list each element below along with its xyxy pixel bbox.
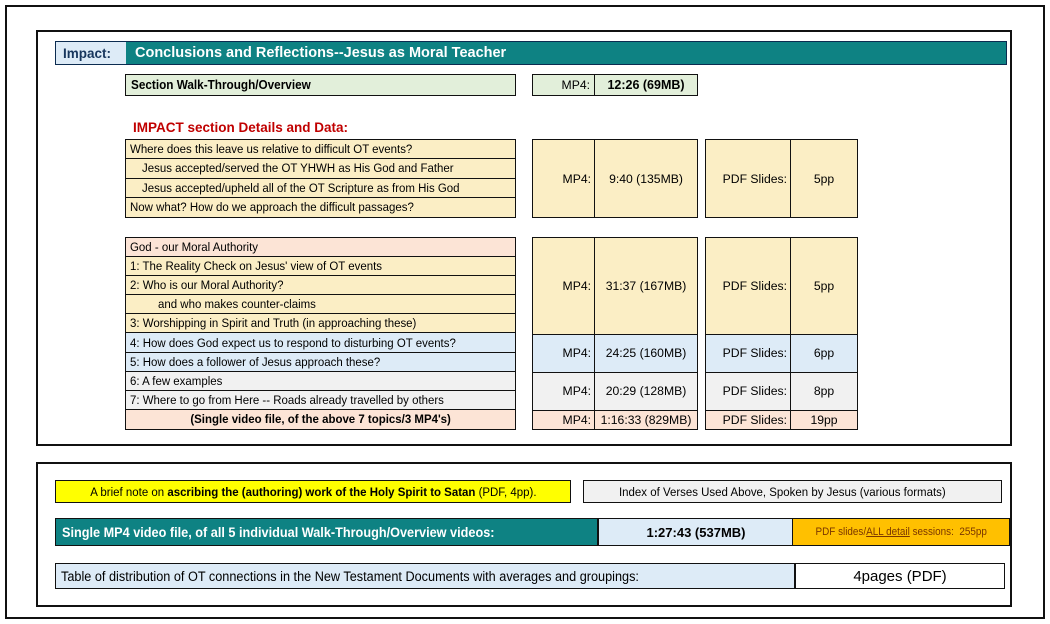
single-mp4-banner: Single MP4 video file, of all 5 individu… — [55, 518, 598, 546]
walkthrough-overview-label: Section Walk-Through/Overview — [125, 74, 516, 96]
impact-label: Impact: — [56, 42, 126, 64]
pdf-slides-value: 19pp — [791, 411, 857, 429]
walkthrough-overview-mp4-chip: MP4: 12:26 (69MB) — [532, 74, 698, 96]
topic-table-1: Where does this leave us relative to dif… — [125, 139, 516, 218]
details-heading: IMPACT section Details and Data: — [133, 120, 348, 135]
pdf-slides-label: PDF Slides: — [706, 335, 791, 372]
single-mp4-duration: 1:27:43 (537MB) — [598, 518, 794, 546]
footer-panel: A brief note on ascribing the (authoring… — [36, 462, 1012, 607]
mp4-group: MP4: 9:40 (135MB) — [533, 140, 697, 217]
holy-spirit-note: A brief note on ascribing the (authoring… — [55, 480, 571, 503]
pdf-slides-value: 5pp — [791, 140, 857, 217]
mp4-value: 24:25 (160MB) — [595, 335, 697, 372]
pdf-slides-label: PDF Slides: — [706, 411, 791, 429]
topic-row: Jesus accepted/upheld all of the OT Scri… — [126, 179, 515, 198]
topic-row: 6: A few examples — [126, 372, 515, 391]
mp4-group: MP4: 31:37 (167MB) — [533, 238, 697, 334]
section-header-bar: Impact: Conclusions and Reflections--Jes… — [55, 41, 1007, 65]
topic-row: 4: How does God expect us to respond to … — [126, 333, 515, 352]
mp4-value: 1:16:33 (829MB) — [595, 411, 697, 429]
pdf-column-table-1: PDF Slides: 5pp — [705, 139, 858, 218]
mp4-label: MP4: — [533, 335, 595, 372]
pdf-all-suffix: sessions: 255pp — [910, 526, 987, 538]
pdf-group: PDF Slides: 6pp — [706, 334, 857, 372]
topic-row: 3: Worshipping in Spirit and Truth (in a… — [126, 314, 515, 333]
pdf-group: PDF Slides: 19pp — [706, 410, 857, 429]
distribution-table-label: Table of distribution of OT connections … — [55, 563, 795, 589]
topic-row: and who makes counter-claims — [126, 295, 515, 314]
topic-row: Now what? How do we approach the difficu… — [126, 198, 515, 217]
pdf-slides-label: PDF Slides: — [706, 373, 791, 410]
mp4-group: MP4: 20:29 (128MB) — [533, 372, 697, 410]
topic-row: God - our Moral Authority — [126, 238, 515, 257]
pdf-group: PDF Slides: 5pp — [706, 238, 857, 334]
pdf-all-detail-cell: PDF slides/ALL detail sessions: 255pp — [792, 518, 1010, 546]
mp4-value: 20:29 (128MB) — [595, 373, 697, 410]
pdf-group: PDF Slides: 5pp — [706, 140, 857, 217]
mp4-label: MP4: — [533, 75, 595, 95]
mp4-group: MP4: 1:16:33 (829MB) — [533, 410, 697, 429]
topic-row: 1: The Reality Check on Jesus' view of O… — [126, 257, 515, 276]
pdf-slides-value: 5pp — [791, 238, 857, 334]
verse-index-cell: Index of Verses Used Above, Spoken by Je… — [583, 480, 1002, 503]
pdf-slides-label: PDF Slides: — [706, 238, 791, 334]
topic-row: 2: Who is our Moral Authority? — [126, 276, 515, 295]
topic-row: Where does this leave us relative to dif… — [126, 140, 515, 159]
impact-section-panel: Impact: Conclusions and Reflections--Jes… — [36, 30, 1012, 446]
mp4-value: 31:37 (167MB) — [595, 238, 697, 334]
note-suffix: (PDF, 4pp). — [475, 485, 536, 499]
mp4-column-table-2: MP4: 31:37 (167MB) MP4: 24:25 (160MB) MP… — [532, 237, 698, 430]
section-title-banner: Conclusions and Reflections--Jesus as Mo… — [126, 42, 1006, 64]
mp4-value: 9:40 (135MB) — [595, 140, 697, 217]
note-bold: ascribing the (authoring) work of the Ho… — [167, 485, 475, 499]
mp4-label: MP4: — [533, 238, 595, 334]
pdf-slides-value: 6pp — [791, 335, 857, 372]
mp4-value: 12:26 (69MB) — [595, 75, 697, 95]
topic-table-2: God - our Moral Authority 1: The Reality… — [125, 237, 516, 430]
distribution-table-pages: 4pages (PDF) — [795, 563, 1005, 589]
mp4-group: MP4: 24:25 (160MB) — [533, 334, 697, 372]
note-prefix: A brief note on — [90, 485, 167, 499]
pdf-slides-label: PDF Slides: — [706, 140, 791, 217]
pdf-all-prefix: PDF slides/ — [815, 526, 866, 538]
pdf-group: PDF Slides: 8pp — [706, 372, 857, 410]
pdf-all-underlined: ALL detail — [866, 526, 910, 538]
topic-row: 5: How does a follower of Jesus approach… — [126, 353, 515, 372]
mp4-label: MP4: — [533, 411, 595, 429]
topic-row: (Single video file, of the above 7 topic… — [126, 410, 515, 429]
pdf-slides-value: 8pp — [791, 373, 857, 410]
topic-row: Jesus accepted/served the OT YHWH as His… — [126, 159, 515, 178]
mp4-label: MP4: — [533, 140, 595, 217]
pdf-column-table-2: PDF Slides: 5pp PDF Slides: 6pp PDF Slid… — [705, 237, 858, 430]
topic-row: 7: Where to go from Here -- Roads alread… — [126, 391, 515, 410]
mp4-label: MP4: — [533, 373, 595, 410]
mp4-column-table-1: MP4: 9:40 (135MB) — [532, 139, 698, 218]
